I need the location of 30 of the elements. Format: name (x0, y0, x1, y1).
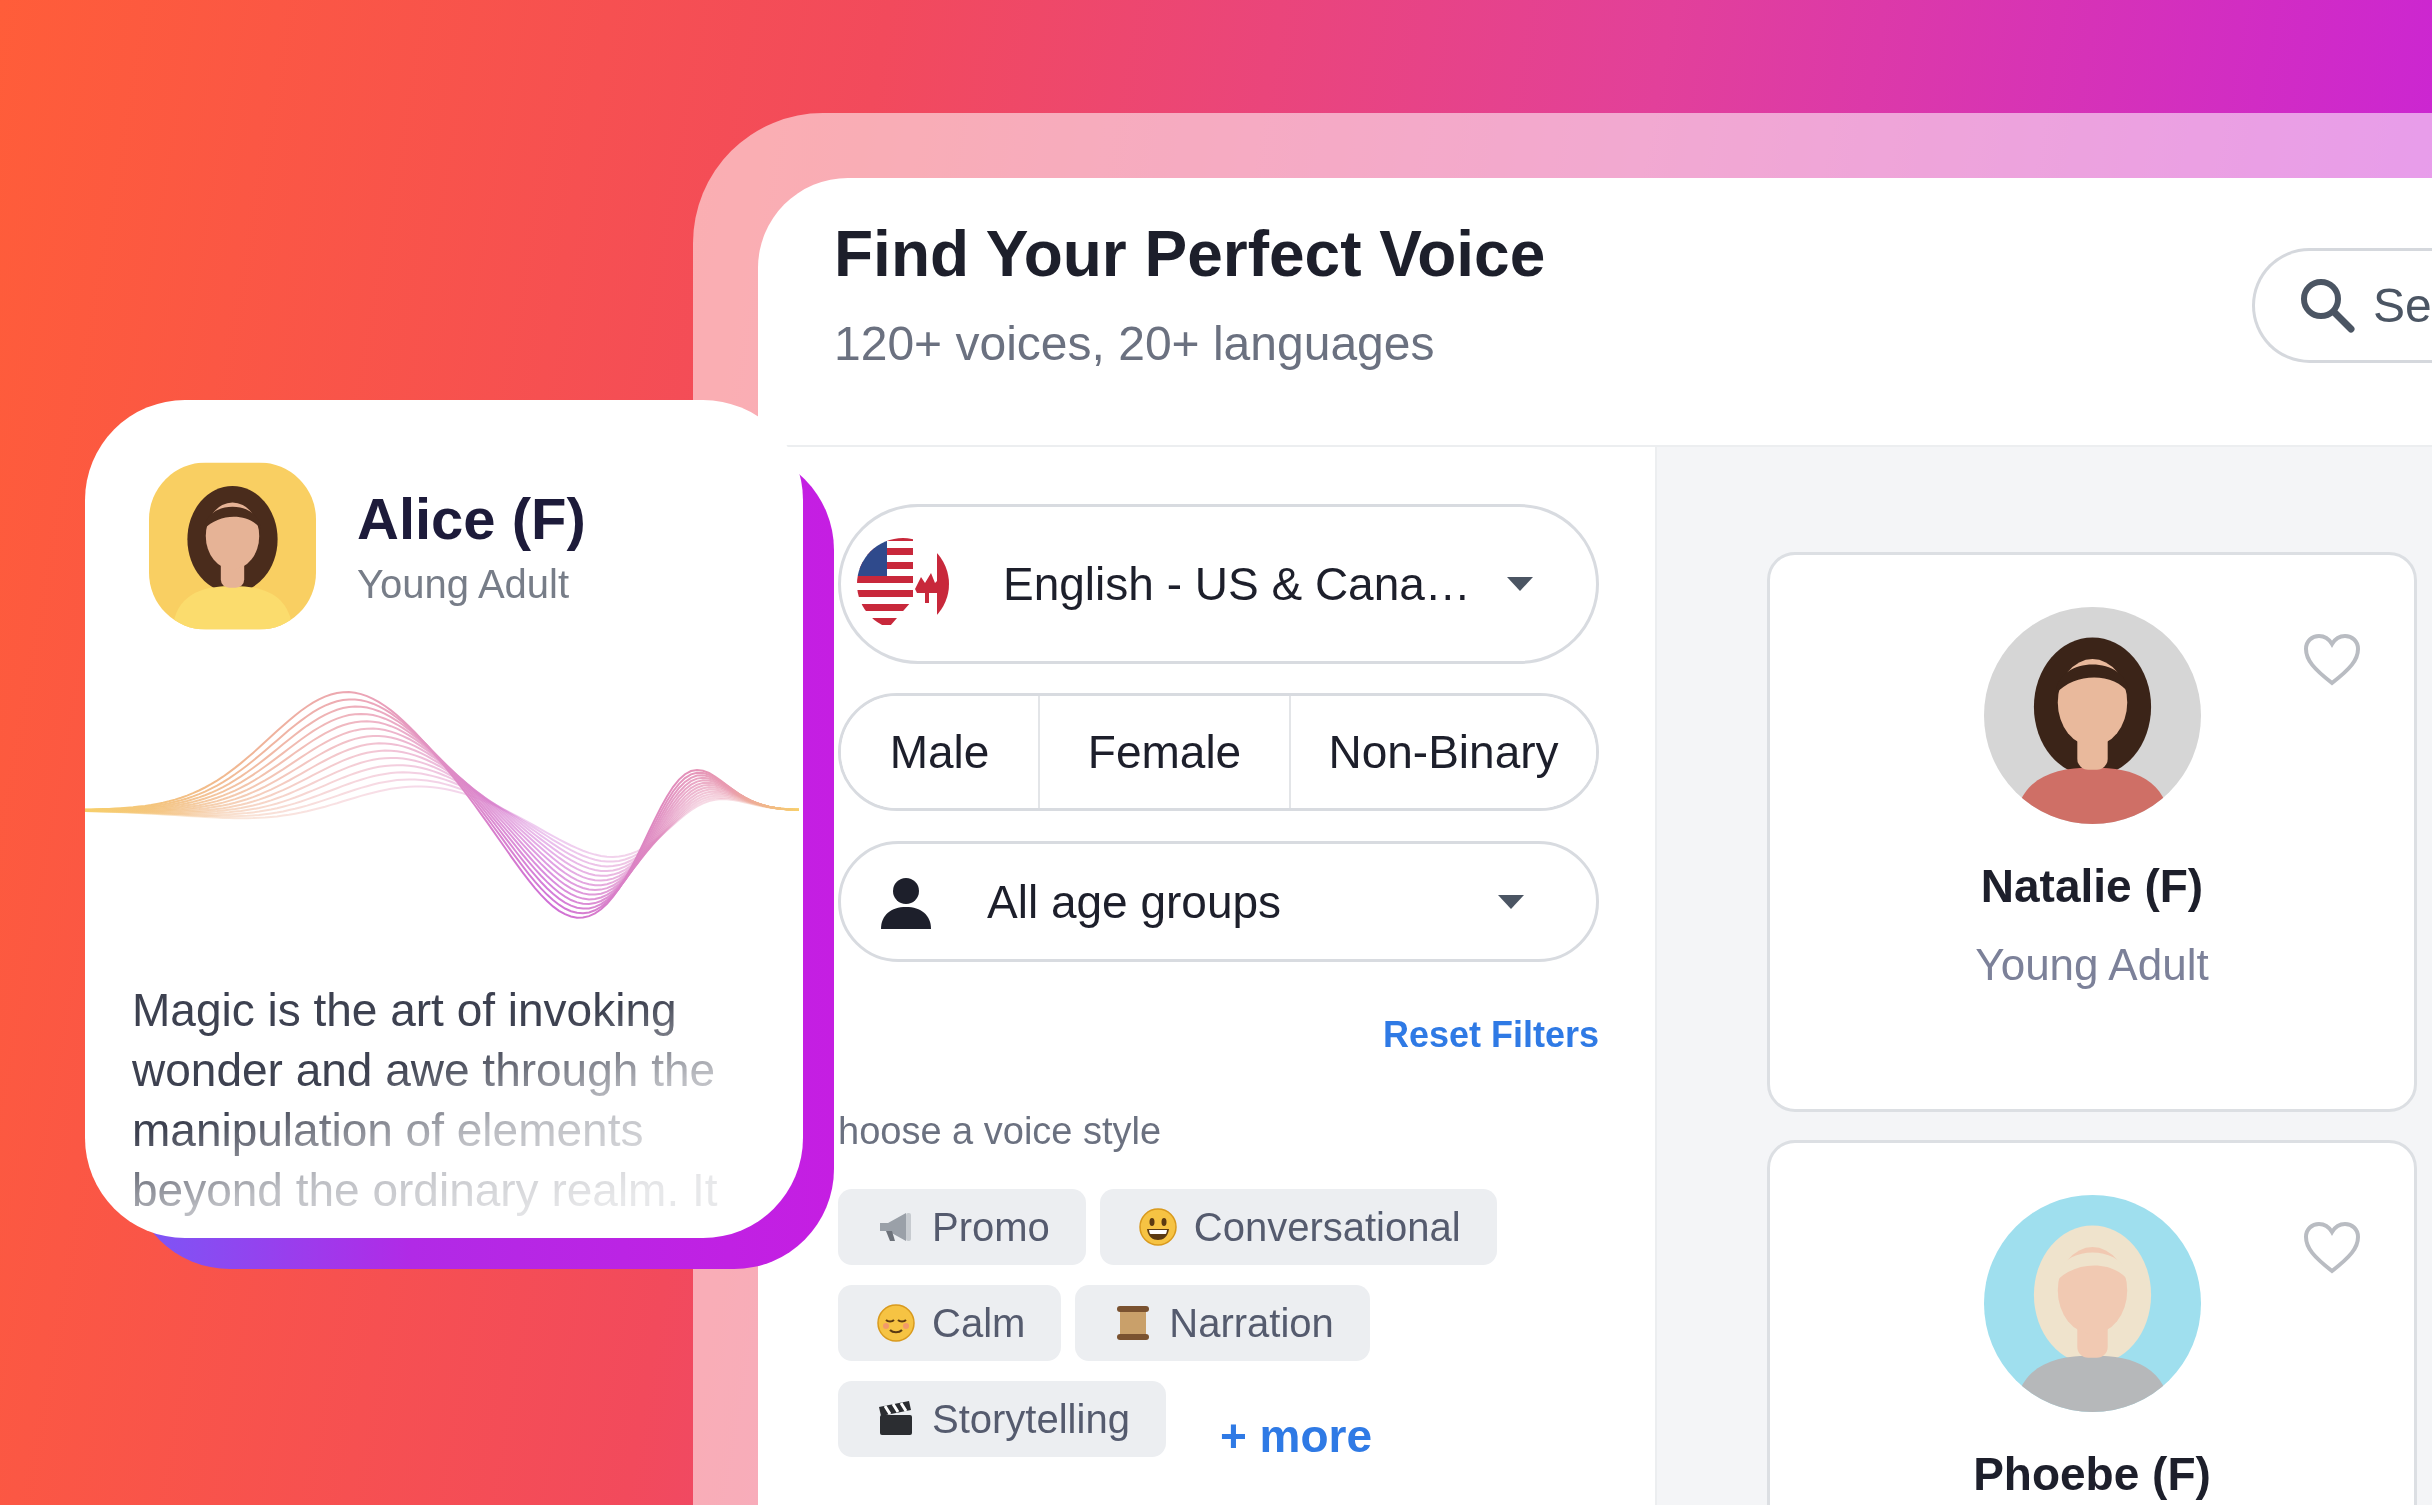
smiley-icon (876, 1303, 916, 1343)
style-chip[interactable]: Calm (838, 1285, 1062, 1361)
voice-name: Phoebe (F) (1973, 1448, 2211, 1500)
voice-age: Young Adult (1975, 940, 2209, 990)
section-label: hoose a voice style (838, 1110, 1163, 1153)
more-link[interactable]: + more (1219, 1409, 1372, 1463)
smiley-icon (1137, 1207, 1178, 1247)
gender-option[interactable]: Non-Binary (1289, 696, 1596, 808)
style-chip[interactable]: Storytelling (838, 1381, 1166, 1457)
search-icon (2298, 276, 2356, 334)
language-dropdown[interactable]: English - US & Cana… (838, 504, 1599, 664)
style-chip[interactable]: Narration (1075, 1285, 1370, 1361)
reset-filters-link[interactable]: Reset Filters (1382, 1014, 1599, 1055)
language-value: English - US & Cana… (1003, 557, 1471, 611)
age-value: All age groups (987, 874, 1283, 929)
caret-icon (1496, 892, 1526, 911)
voice-name: Alice (F) (357, 485, 586, 552)
voice-card[interactable]: Natalie (F) Young Adult (1767, 552, 2417, 1112)
caret-icon (1504, 575, 1535, 593)
search-field[interactable]: Se (2252, 248, 2432, 363)
heart-icon[interactable] (2302, 1221, 2362, 1275)
heart-icon[interactable] (2302, 633, 2362, 687)
voice-age: Young Adult (357, 562, 571, 607)
age-dropdown[interactable]: All age groups (838, 841, 1599, 962)
page-title: Find Your Perfect Voice (834, 222, 1547, 286)
voice-name: Natalie (F) (1980, 860, 2204, 912)
page-subtitle: 120+ voices, 20+ languages (834, 316, 1436, 371)
style-chip[interactable]: Promo (838, 1189, 1086, 1265)
style-chip[interactable]: Conversational (1099, 1189, 1497, 1265)
voice-card[interactable]: Phoebe (F) (1767, 1140, 2417, 1505)
